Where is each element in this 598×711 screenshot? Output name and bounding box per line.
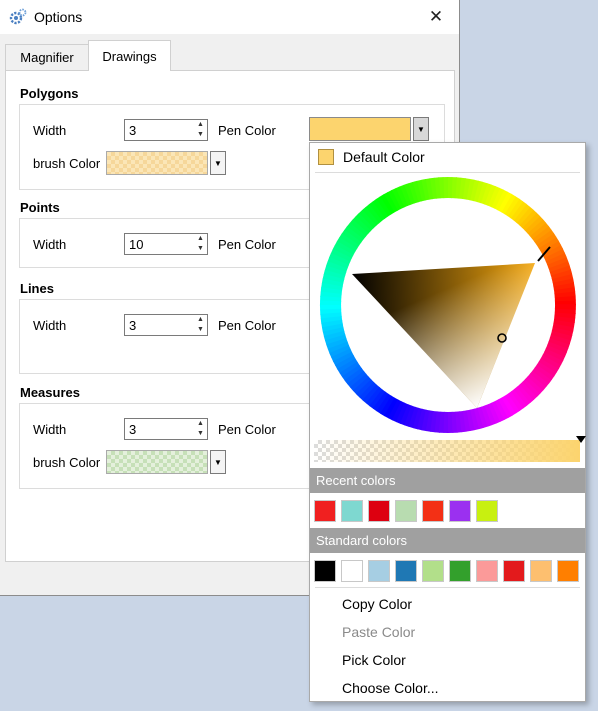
polygons-title: Polygons <box>20 86 79 101</box>
polygons-pen-label: Pen Color <box>218 123 276 138</box>
tab-drawings[interactable]: Drawings <box>88 40 171 71</box>
alpha-gradient <box>314 440 580 462</box>
color-wheel[interactable] <box>319 176 577 434</box>
measures-title: Measures <box>20 385 80 400</box>
standard-color-swatch[interactable] <box>395 560 417 582</box>
default-color-item[interactable]: Default Color <box>310 143 585 171</box>
standard-color-swatch[interactable] <box>368 560 390 582</box>
chevron-down-icon[interactable]: ▼ <box>210 151 226 175</box>
points-width-label: Width <box>33 237 67 252</box>
lines-width-spinbox[interactable]: 3 ▲ ▼ <box>124 314 208 336</box>
spin-arrows-icon[interactable]: ▲ ▼ <box>194 120 207 140</box>
standard-color-swatch[interactable] <box>449 560 471 582</box>
default-color-swatch <box>318 149 334 165</box>
points-pen-label: Pen Color <box>218 237 276 252</box>
copy-color-item[interactable]: Copy Color <box>342 596 412 612</box>
saturation-triangle-overlay <box>352 263 535 408</box>
measures-width-label: Width <box>33 422 67 437</box>
gear-icon <box>9 8 27 25</box>
recent-color-swatch[interactable] <box>341 500 363 522</box>
paste-color-item: Paste Color <box>342 624 416 640</box>
pick-color-item[interactable]: Pick Color <box>342 652 406 668</box>
window-title: Options <box>34 9 83 25</box>
polygons-brush-label: brush Color <box>33 156 101 171</box>
alpha-marker-icon[interactable] <box>576 436 586 443</box>
lines-width-label: Width <box>33 318 67 333</box>
lines-pen-label: Pen Color <box>218 318 276 333</box>
recent-color-swatch[interactable] <box>368 500 390 522</box>
standard-color-swatch[interactable] <box>476 560 498 582</box>
standard-color-swatch[interactable] <box>422 560 444 582</box>
spin-arrows-icon[interactable]: ▲ ▼ <box>194 419 207 439</box>
standard-colors-header: Standard colors <box>310 528 585 553</box>
recent-color-swatch[interactable] <box>314 500 336 522</box>
close-button[interactable]: ✕ <box>413 0 459 34</box>
standard-color-swatch[interactable] <box>341 560 363 582</box>
standard-color-swatch[interactable] <box>503 560 525 582</box>
alpha-slider[interactable] <box>314 440 580 462</box>
recent-color-swatch[interactable] <box>422 500 444 522</box>
recent-colors-row <box>314 500 498 522</box>
default-color-label: Default Color <box>343 149 425 165</box>
standard-color-swatch[interactable] <box>530 560 552 582</box>
measures-brush-color-combo[interactable]: ▼ <box>106 450 226 474</box>
standard-color-swatch[interactable] <box>314 560 336 582</box>
standard-color-swatch[interactable] <box>557 560 579 582</box>
standard-colors-row <box>314 560 579 582</box>
measures-width-value: 3 <box>129 422 137 437</box>
polygons-pen-color-combo[interactable]: ▼ <box>309 117 429 141</box>
chevron-down-icon[interactable]: ▼ <box>210 450 226 474</box>
polygons-width-spinbox[interactable]: 3 ▲ ▼ <box>124 119 208 141</box>
divider <box>315 587 580 588</box>
polygons-brush-color-combo[interactable]: ▼ <box>106 151 226 175</box>
polygons-pen-swatch[interactable] <box>309 117 411 141</box>
points-title: Points <box>20 200 60 215</box>
choose-color-item[interactable]: Choose Color... <box>342 680 439 696</box>
divider <box>315 172 580 173</box>
measures-pen-label: Pen Color <box>218 422 276 437</box>
polygons-width-value: 3 <box>129 123 137 138</box>
color-picker-popup: Default Color Recent colors Standard col… <box>309 142 586 702</box>
recent-color-swatch[interactable] <box>449 500 471 522</box>
points-width-value: 10 <box>129 237 144 252</box>
lines-title: Lines <box>20 281 54 296</box>
recent-color-swatch[interactable] <box>395 500 417 522</box>
polygons-width-label: Width <box>33 123 67 138</box>
spin-arrows-icon[interactable]: ▲ ▼ <box>194 315 207 335</box>
polygons-brush-swatch[interactable] <box>106 151 208 175</box>
spin-arrows-icon[interactable]: ▲ ▼ <box>194 234 207 254</box>
title-bar: Options ✕ <box>0 0 459 34</box>
chevron-down-icon[interactable]: ▼ <box>413 117 429 141</box>
recent-color-swatch[interactable] <box>476 500 498 522</box>
measures-brush-label: brush Color <box>33 455 101 470</box>
close-icon: ✕ <box>428 7 444 26</box>
lines-width-value: 3 <box>129 318 137 333</box>
measures-brush-swatch[interactable] <box>106 450 208 474</box>
tab-magnifier[interactable]: Magnifier <box>5 44 89 70</box>
measures-width-spinbox[interactable]: 3 ▲ ▼ <box>124 418 208 440</box>
points-width-spinbox[interactable]: 10 ▲ ▼ <box>124 233 208 255</box>
recent-colors-header: Recent colors <box>310 468 585 493</box>
